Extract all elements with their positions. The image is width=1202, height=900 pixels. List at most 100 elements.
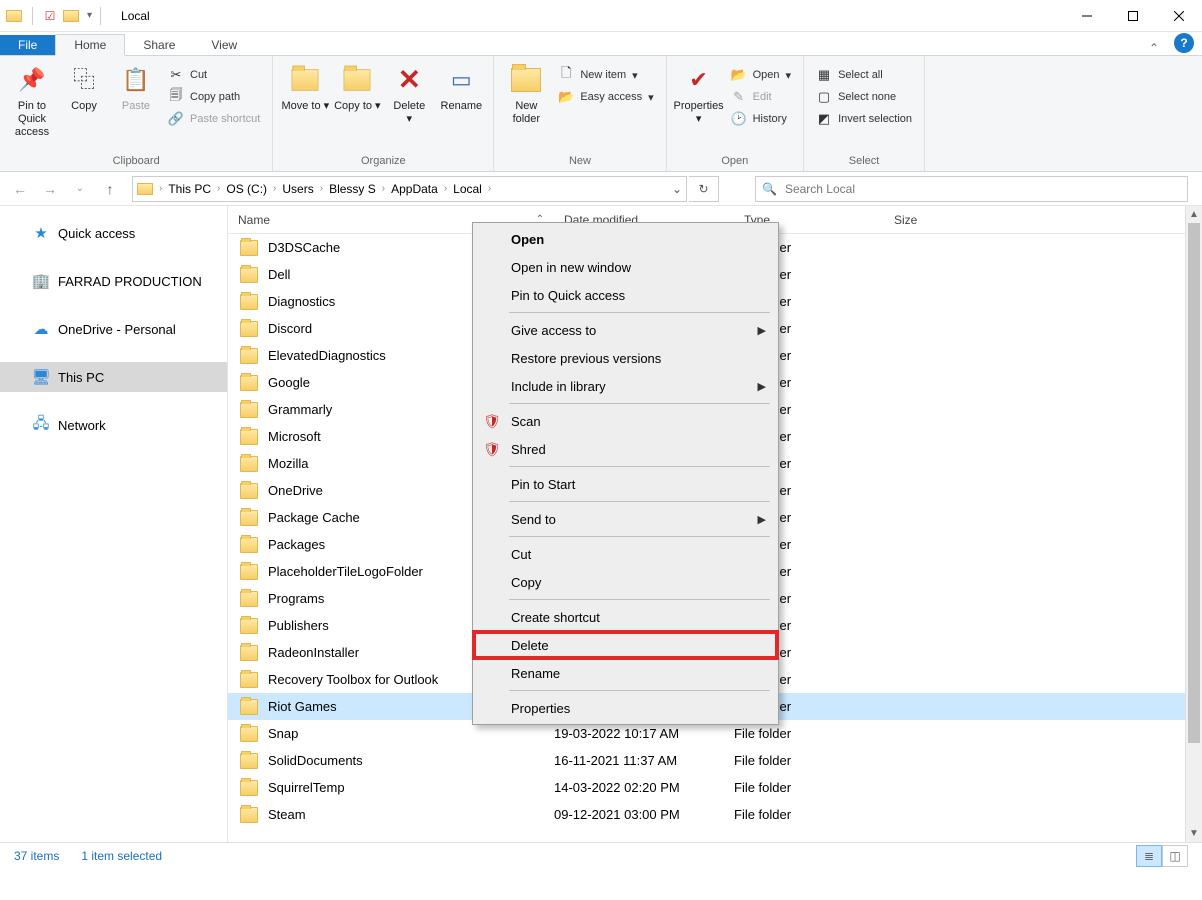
- back-button[interactable]: ←: [6, 175, 34, 203]
- icons-view-button[interactable]: ◫: [1162, 845, 1188, 867]
- ctx-open[interactable]: Open: [473, 225, 778, 253]
- invert-selection-button[interactable]: ◩Invert selection: [810, 108, 918, 130]
- selected-count: 1 item selected: [81, 849, 162, 863]
- close-button[interactable]: [1156, 0, 1202, 32]
- nav-farrad[interactable]: 🏢FARRAD PRODUCTION: [0, 266, 227, 296]
- table-row[interactable]: SquirrelTemp14-03-2022 02:20 PMFile fold…: [228, 774, 1202, 801]
- ctx-give-access[interactable]: Give access to▶: [473, 316, 778, 344]
- scrollbar[interactable]: ▲ ▼: [1185, 206, 1202, 842]
- copy-path-button[interactable]: 🗐Copy path: [162, 86, 266, 108]
- ctx-copy[interactable]: Copy: [473, 568, 778, 596]
- folder-icon: [240, 699, 258, 715]
- nav-network[interactable]: 🖧Network: [0, 410, 227, 440]
- ctx-cut[interactable]: Cut: [473, 540, 778, 568]
- file-type: File folder: [734, 726, 884, 741]
- copy-button[interactable]: ⿻ Copy: [58, 60, 110, 153]
- cut-button[interactable]: ✂Cut: [162, 64, 266, 86]
- group-label: Select: [810, 153, 918, 171]
- table-row[interactable]: Steam09-12-2021 03:00 PMFile folder: [228, 801, 1202, 828]
- tab-share[interactable]: Share: [125, 35, 193, 55]
- pin-quick-access-button[interactable]: 📌 Pin to Quick access: [6, 60, 58, 153]
- crumb[interactable]: AppData: [391, 182, 438, 196]
- refresh-button[interactable]: ↻: [689, 176, 719, 202]
- ctx-include-lib[interactable]: Include in library▶: [473, 372, 778, 400]
- qat-dropdown-icon[interactable]: ▾: [87, 10, 92, 21]
- scroll-thumb[interactable]: [1188, 223, 1200, 743]
- open-button[interactable]: 📂Open ▾: [725, 64, 797, 86]
- new-item-button[interactable]: 🗋New item ▾: [552, 64, 659, 86]
- edit-button[interactable]: ✎Edit: [725, 86, 797, 108]
- ctx-properties[interactable]: Properties: [473, 694, 778, 722]
- file-name: SolidDocuments: [268, 753, 363, 768]
- qat-folder-icon[interactable]: [61, 6, 81, 26]
- forward-button[interactable]: →: [36, 175, 64, 203]
- minimize-button[interactable]: [1064, 0, 1110, 32]
- ribbon-tabs: File Home Share View ⌃ ?: [0, 32, 1202, 56]
- tab-home[interactable]: Home: [55, 34, 125, 56]
- crumb[interactable]: Local: [453, 182, 482, 196]
- address-bar[interactable]: › This PC› OS (C:)› Users› Blessy S› App…: [132, 176, 687, 202]
- easy-access-button[interactable]: 📂Easy access ▾: [552, 86, 659, 108]
- col-size[interactable]: Size: [884, 213, 984, 227]
- pin-icon: 📌: [16, 64, 48, 96]
- submenu-arrow-icon: ▶: [758, 324, 766, 337]
- file-name: PlaceholderTileLogoFolder: [268, 564, 423, 579]
- history-button[interactable]: 🕑History: [725, 108, 797, 130]
- help-button[interactable]: ?: [1174, 33, 1194, 53]
- ctx-restore[interactable]: Restore previous versions: [473, 344, 778, 372]
- tab-view[interactable]: View: [193, 35, 255, 55]
- copy-to-icon: [341, 64, 373, 96]
- address-caret-icon[interactable]: ⌄: [672, 182, 682, 196]
- nav-quick-access[interactable]: ★Quick access: [0, 218, 227, 248]
- qat-checkbox-icon[interactable]: ☑: [41, 9, 59, 23]
- file-name: Dell: [268, 267, 290, 282]
- nav-this-pc[interactable]: 🖥This PC: [0, 362, 227, 392]
- folder-icon: [240, 456, 258, 472]
- delete-button[interactable]: ✕ Delete▾: [383, 60, 435, 153]
- group-label: Open: [673, 153, 797, 171]
- move-to-button[interactable]: Move to ▾: [279, 60, 331, 153]
- ctx-delete[interactable]: Delete: [473, 631, 778, 659]
- crumb[interactable]: OS (C:): [226, 182, 267, 196]
- crumb[interactable]: Users: [282, 182, 313, 196]
- ctx-rename[interactable]: Rename: [473, 659, 778, 687]
- crumb[interactable]: Blessy S: [329, 182, 376, 196]
- ctx-pin-start[interactable]: Pin to Start: [473, 470, 778, 498]
- paste-button[interactable]: 📋 Paste: [110, 60, 162, 153]
- scroll-down-icon[interactable]: ▼: [1186, 825, 1202, 842]
- crumb[interactable]: This PC: [168, 182, 211, 196]
- tab-file[interactable]: File: [0, 35, 55, 55]
- rename-button[interactable]: ▭ Rename: [435, 60, 487, 153]
- ctx-send-to[interactable]: Send to▶: [473, 505, 778, 533]
- maximize-button[interactable]: [1110, 0, 1156, 32]
- ctx-scan[interactable]: 🛡Scan: [473, 407, 778, 435]
- ctx-create-shortcut[interactable]: Create shortcut: [473, 603, 778, 631]
- paste-shortcut-button[interactable]: 🔗Paste shortcut: [162, 108, 266, 130]
- ctx-shred[interactable]: 🛡Shred: [473, 435, 778, 463]
- ctx-pin-quick[interactable]: Pin to Quick access: [473, 281, 778, 309]
- search-icon: 🔍: [762, 182, 777, 196]
- network-icon: 🖧: [32, 416, 50, 434]
- select-none-button[interactable]: ▢Select none: [810, 86, 918, 108]
- invert-icon: ◩: [816, 111, 832, 127]
- properties-button[interactable]: ✔ Properties▾: [673, 60, 725, 153]
- recent-dropdown[interactable]: ⌄: [66, 175, 94, 203]
- file-name: Riot Games: [268, 699, 337, 714]
- ctx-open-new-window[interactable]: Open in new window: [473, 253, 778, 281]
- copy-to-button[interactable]: Copy to ▾: [331, 60, 383, 153]
- select-all-button[interactable]: ▦Select all: [810, 64, 918, 86]
- collapse-ribbon-icon[interactable]: ⌃: [1142, 41, 1166, 55]
- search-box[interactable]: 🔍 Search Local: [755, 176, 1188, 202]
- table-row[interactable]: SolidDocuments16-11-2021 11:37 AMFile fo…: [228, 747, 1202, 774]
- edit-icon: ✎: [731, 89, 747, 105]
- file-name: Recovery Toolbox for Outlook: [268, 672, 438, 687]
- file-name: Programs: [268, 591, 324, 606]
- file-name: Google: [268, 375, 310, 390]
- up-button[interactable]: ↑: [96, 175, 124, 203]
- file-name: Publishers: [268, 618, 329, 633]
- scroll-up-icon[interactable]: ▲: [1186, 206, 1202, 223]
- new-folder-button[interactable]: New folder: [500, 60, 552, 153]
- nav-onedrive[interactable]: ☁OneDrive - Personal: [0, 314, 227, 344]
- details-view-button[interactable]: ≣: [1136, 845, 1162, 867]
- file-name: Snap: [268, 726, 298, 741]
